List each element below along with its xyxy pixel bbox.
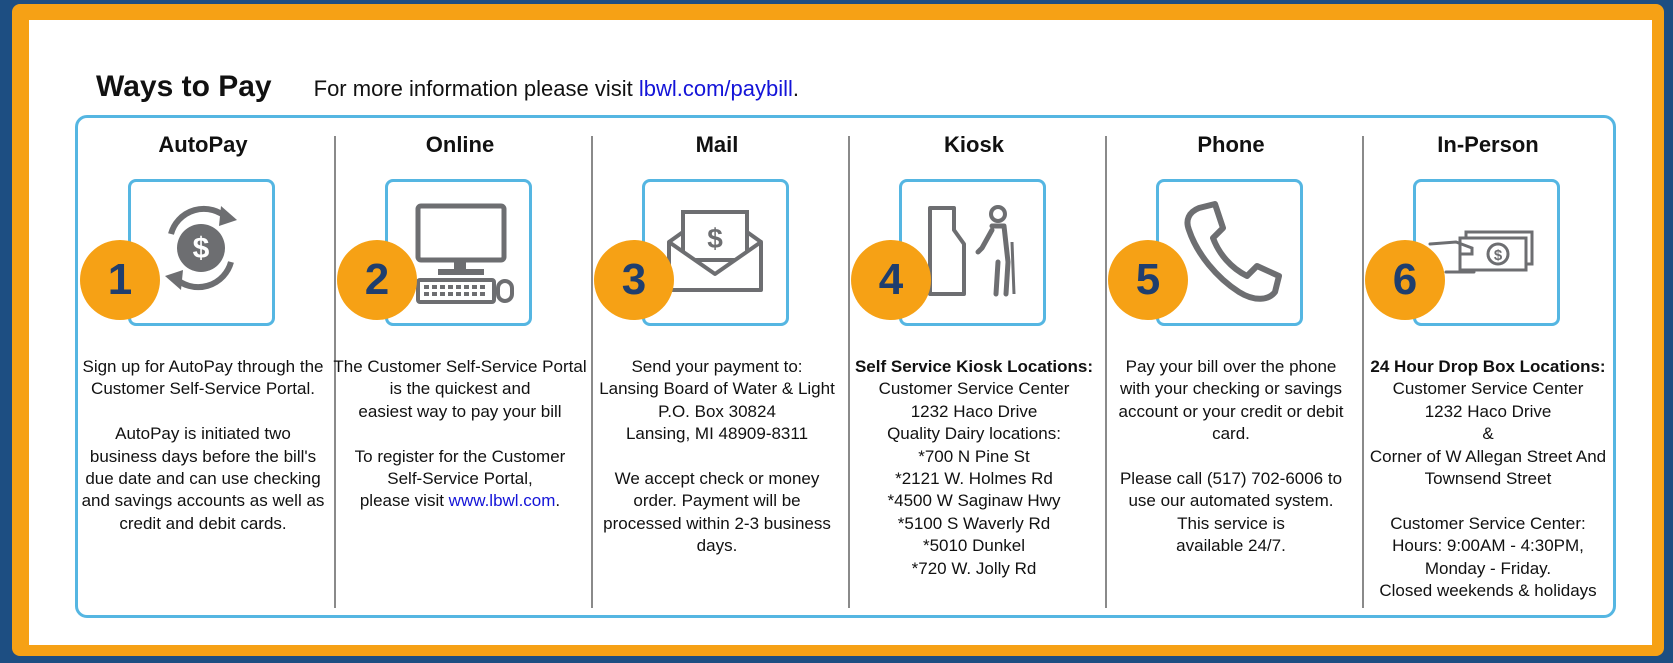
- method-in-person: In-Person $ 6 24 Hour Drop Box Locations…: [1360, 118, 1616, 615]
- payment-methods-box: AutoPay $ 1 Sign up for AutoPay through …: [75, 115, 1616, 618]
- svg-text:$: $: [193, 232, 210, 265]
- info-suffix: .: [792, 76, 800, 101]
- svg-text:$: $: [707, 223, 723, 254]
- svg-text:$: $: [1494, 247, 1503, 264]
- method-title: Phone: [1197, 132, 1265, 157]
- method-phone: Phone 5 Pay your bill over the phone wit…: [1103, 118, 1359, 615]
- method-description: 24 Hour Drop Box Locations: Customer Ser…: [1369, 357, 1607, 601]
- step-badge: 6: [1365, 240, 1445, 320]
- step-badge: 5: [1108, 240, 1188, 320]
- method-online: Online 2 The Customer Self-Service Porta…: [332, 118, 588, 615]
- lbwl-link[interactable]: www.lbwl.com: [449, 491, 556, 510]
- step-badge: 4: [851, 240, 931, 320]
- method-description: Sign up for AutoPay through the Customer…: [81, 357, 325, 533]
- method-autopay: AutoPay $ 1 Sign up for AutoPay through …: [75, 118, 331, 615]
- method-description: Pay your bill over the phone with your c…: [1118, 357, 1344, 556]
- method-kiosk: Kiosk 4 Self Service Kiosk Locations: Cu…: [846, 118, 1102, 615]
- paybill-link[interactable]: lbwl.com/paybill: [639, 76, 793, 101]
- method-description: Self Service Kiosk Locations: Customer S…: [854, 357, 1094, 578]
- method-description: Send your payment to: Lansing Board of W…: [599, 357, 835, 556]
- method-title: AutoPay: [158, 132, 248, 157]
- page-title: Ways to Pay: [96, 70, 272, 103]
- info-text: For more information please visit lbwl.c…: [314, 76, 799, 102]
- method-title: In-Person: [1437, 132, 1539, 157]
- method-title: Mail: [695, 132, 739, 157]
- method-description: The Customer Self-Service Portal is the …: [333, 357, 587, 511]
- method-title: Kiosk: [944, 132, 1004, 157]
- step-badge: 1: [80, 240, 160, 320]
- step-badge: 3: [594, 240, 674, 320]
- section-header: Ways to Pay For more information please …: [96, 70, 799, 110]
- info-prefix: For more information please visit: [313, 76, 639, 101]
- step-badge: 2: [337, 240, 417, 320]
- method-title: Online: [425, 132, 495, 157]
- method-mail: Mail $ 3 Send your payment to: Lansing B…: [589, 118, 845, 615]
